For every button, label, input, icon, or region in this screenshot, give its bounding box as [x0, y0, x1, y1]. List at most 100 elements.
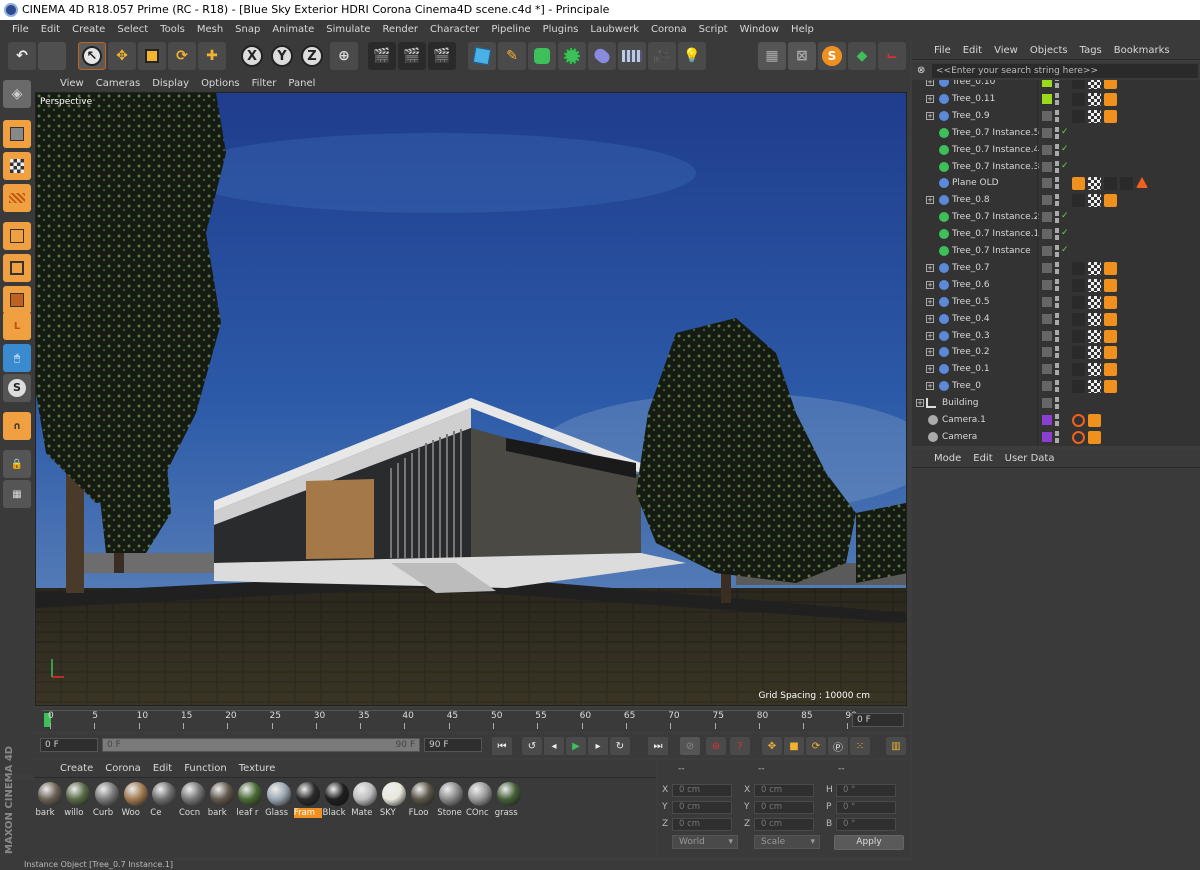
preview-range-slider[interactable]: 0 F 90 F	[102, 738, 420, 752]
material-tag-icon[interactable]	[1072, 194, 1085, 208]
layer-color-icon[interactable]	[1042, 127, 1052, 138]
material-tag-icon[interactable]	[1104, 177, 1117, 191]
material-tag-icon[interactable]	[1072, 80, 1085, 89]
layer-color-icon[interactable]	[1042, 415, 1052, 425]
visibility-dots-icon[interactable]	[1055, 143, 1059, 156]
object-row[interactable]: + Tree_0.7	[912, 260, 1200, 277]
menu-corona[interactable]: Corona	[645, 24, 693, 35]
visibility-dots-icon[interactable]	[1055, 80, 1059, 88]
snap-settings-button[interactable]: ▦	[758, 42, 786, 70]
light-button[interactable]: 💡	[678, 42, 706, 70]
object-name[interactable]: Tree_0.1	[952, 364, 990, 374]
object-row[interactable]: Camera	[912, 429, 1200, 446]
solo-button[interactable]: S	[3, 374, 31, 402]
material-menu-edit[interactable]: Edit	[147, 763, 178, 774]
coordinate-system-button[interactable]: ⊕	[330, 42, 358, 70]
object-name[interactable]: Tree_0.4	[952, 314, 990, 324]
material-swatch[interactable]: willo	[64, 782, 92, 818]
object-name[interactable]: Tree_0.7	[952, 263, 990, 273]
start-frame-field[interactable]: 0 F	[40, 738, 98, 752]
visibility-dots-icon[interactable]	[1055, 211, 1059, 224]
visibility-dots-icon[interactable]	[1055, 261, 1059, 274]
redo-button[interactable]	[38, 42, 66, 70]
polygons-mode-button[interactable]	[3, 286, 31, 314]
object-row[interactable]: + Tree_0.8	[912, 192, 1200, 209]
material-swatch[interactable]: Ce	[150, 782, 178, 818]
material-swatch[interactable]: Curb	[93, 782, 120, 818]
menu-pipeline[interactable]: Pipeline	[485, 24, 536, 35]
object-name[interactable]: Tree_0.11	[952, 94, 995, 104]
layer-color-icon[interactable]	[1042, 296, 1052, 307]
object-row[interactable]: Tree_0.7 Instance ✓	[912, 243, 1200, 260]
object-row[interactable]: Plane OLD	[912, 175, 1200, 192]
object-name[interactable]: Building	[942, 398, 979, 408]
expand-icon[interactable]: +	[926, 348, 934, 357]
coord-value-field[interactable]: 0 cm	[754, 784, 814, 797]
enabled-check-icon[interactable]: ✓	[1061, 228, 1069, 238]
layer-color-icon[interactable]	[1042, 161, 1052, 172]
viewport-menu-cameras[interactable]: Cameras	[90, 78, 146, 89]
transform-tool-button[interactable]: ✚	[198, 42, 226, 70]
object-menu-edit[interactable]: Edit	[957, 45, 988, 56]
workplane-mode-button[interactable]	[3, 184, 31, 212]
menu-help[interactable]: Help	[785, 24, 820, 35]
expand-icon[interactable]: +	[926, 111, 934, 120]
x-axis-button[interactable]: X	[238, 42, 266, 70]
object-name[interactable]: Tree_0.10	[952, 80, 995, 87]
material-swatch[interactable]: Stone	[437, 782, 465, 818]
material-tag-icon[interactable]	[1072, 346, 1085, 360]
coordinate-space-dropdown[interactable]: World ▾	[672, 835, 738, 849]
tweak-mode-button[interactable]: 🖱	[3, 344, 31, 372]
texture-tag-icon[interactable]	[1088, 278, 1101, 292]
object-row[interactable]: Tree_0.7 Instance.3 ✓	[912, 159, 1200, 176]
object-name[interactable]: Plane OLD	[952, 178, 999, 188]
material-swatch[interactable]: leaf r	[236, 782, 264, 818]
visibility-dots-icon[interactable]	[1055, 295, 1059, 308]
material-swatch[interactable]: bark	[208, 782, 235, 818]
object-row[interactable]: Tree_0.7 Instance.2 ✓	[912, 209, 1200, 226]
layer-color-icon[interactable]	[1042, 246, 1052, 256]
enabled-check-icon[interactable]: ✓	[1061, 127, 1069, 137]
menu-plugins[interactable]: Plugins	[537, 24, 585, 35]
deformers-button[interactable]	[588, 42, 616, 70]
enabled-check-icon[interactable]: ✓	[1061, 144, 1069, 154]
menu-window[interactable]: Window	[734, 24, 785, 35]
rotate-tool-button[interactable]: ⟳	[168, 42, 196, 70]
material-tag-icon[interactable]	[1104, 278, 1117, 292]
record-keys-button[interactable]: ⊘	[680, 737, 700, 755]
object-menu-tags[interactable]: Tags	[1074, 45, 1108, 56]
spline-pen-button[interactable]: ✎	[498, 42, 526, 70]
visibility-dots-icon[interactable]	[1055, 126, 1059, 139]
coord-value-field[interactable]: 0 cm	[754, 818, 814, 831]
material-tag-icon[interactable]	[1104, 312, 1117, 326]
layer-color-icon[interactable]	[1042, 229, 1052, 240]
generators-button[interactable]	[528, 42, 556, 70]
object-row[interactable]: Tree_0.7 Instance.1 ✓	[912, 226, 1200, 243]
autokey-button[interactable]: ⊛	[706, 737, 726, 755]
menu-animate[interactable]: Animate	[266, 24, 320, 35]
viewport-menu-filter[interactable]: Filter	[246, 78, 283, 89]
material-menu-corona[interactable]: Corona	[99, 763, 147, 774]
menu-snap[interactable]: Snap	[229, 24, 266, 35]
keyframe-selection-button[interactable]: ?	[730, 737, 750, 755]
apply-button[interactable]: Apply	[834, 835, 904, 850]
object-name[interactable]: Tree_0.7 Instance.1	[952, 229, 1039, 239]
timeline-ruler[interactable]: 051015202530354045505560657075808590 0 F	[34, 708, 910, 732]
material-tag-icon[interactable]	[1104, 261, 1117, 275]
mograph-button[interactable]	[558, 42, 586, 70]
material-tag-icon[interactable]	[1104, 194, 1117, 208]
perspective-viewport[interactable]: Perspective Grid Spacing : 10000 cm	[35, 92, 907, 706]
layer-color-icon[interactable]	[1042, 195, 1052, 206]
key-pla-button[interactable]: ⁙	[850, 737, 870, 755]
attribute-menu-edit[interactable]: Edit	[967, 453, 998, 464]
expand-icon[interactable]: +	[926, 382, 934, 391]
coord-value-field[interactable]: 0 °	[836, 784, 896, 797]
layer-color-icon[interactable]	[1042, 364, 1052, 375]
object-row[interactable]: + Building	[912, 395, 1200, 412]
object-search-input[interactable]: <<Enter your search string here>>	[932, 64, 1198, 78]
coord-value-field[interactable]: 0 cm	[754, 801, 814, 814]
object-name[interactable]: Tree_0.3	[952, 331, 990, 341]
camera-button[interactable]: 🎥	[648, 42, 676, 70]
material-tag-icon[interactable]	[1104, 329, 1117, 343]
object-column-divider[interactable]	[1037, 80, 1038, 446]
